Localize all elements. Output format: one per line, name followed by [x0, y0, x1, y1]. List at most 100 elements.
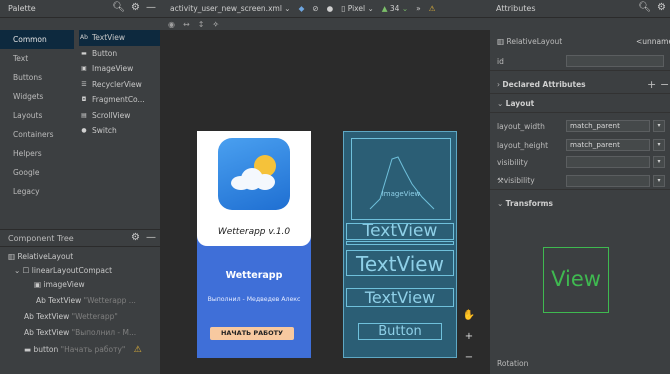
palette-widget-button[interactable]: ▬ Button — [79, 46, 160, 62]
blueprint-textview-3[interactable]: TextView — [346, 288, 454, 307]
tree-item-linearlayout[interactable]: ⌄ ☐ linearLayoutCompact — [14, 264, 112, 278]
api-selector[interactable]: ▲ 34 ⌄ — [382, 4, 408, 13]
palette-category-text[interactable]: Text — [0, 49, 74, 68]
blueprint-preview[interactable]: ImageView TextView TextView TextView But… — [343, 131, 457, 358]
fragment-icon: ◘ — [81, 96, 87, 104]
rotation-row: Rotation — [497, 359, 529, 368]
warning-icon[interactable]: ⚠ — [429, 4, 436, 13]
preview-app-name[interactable]: Wetterapp — [197, 270, 311, 281]
zoom-out-icon[interactable]: − — [465, 352, 473, 363]
layout-icon: ▥ — [497, 37, 507, 46]
vertical-arrows-icon[interactable]: ↕ — [198, 20, 205, 29]
minimize-icon[interactable]: — — [146, 2, 156, 13]
scroll-icon: ▤ — [81, 111, 87, 119]
preview-version-title[interactable]: Wetterapp v.1.0 — [197, 227, 311, 237]
magic-wand-icon[interactable]: ✧ — [212, 20, 219, 29]
design-toolbar: activity_user_new_screen.xml ⌄ ◆ ⊘ ● ▯ P… — [160, 0, 490, 30]
transforms-section-row[interactable]: ⌄ Transforms — [490, 194, 670, 213]
palette-widget-imageview[interactable]: ▣ ImageView — [79, 61, 160, 77]
search-icon[interactable]: 🔍︎ — [638, 2, 651, 13]
attributes-panel: Attributes 🔍︎ ⚙ ▥ RelativeLayout <unname… — [490, 0, 670, 374]
attributes-component-row: ▥ RelativeLayout <unname — [490, 32, 670, 51]
tools-visibility-field[interactable] — [566, 175, 650, 187]
palette-category-common[interactable]: Common — [0, 30, 74, 49]
palette-category-legacy[interactable]: Legacy — [0, 182, 74, 201]
preview-header-card: Wetterapp v.1.0 — [197, 131, 311, 246]
weather-app-icon[interactable] — [218, 138, 290, 210]
attributes-component: RelativeLayout — [506, 37, 563, 46]
add-attribute-icon[interactable]: + — [647, 78, 656, 91]
id-field[interactable] — [566, 55, 664, 67]
image-placeholder-icon — [369, 156, 435, 210]
minimize-icon[interactable]: — — [146, 232, 156, 243]
palette-widget-scrollview[interactable]: ▤ ScrollView — [79, 108, 160, 124]
layout-width-field[interactable]: match_parent — [566, 120, 650, 132]
chevron-down-icon[interactable]: ⌄ — [14, 266, 23, 275]
cloud-icon — [231, 168, 275, 190]
palette-categories: Common Text Buttons Widgets Layouts Cont… — [0, 30, 74, 201]
blueprint-divider — [346, 241, 454, 245]
palette-category-layouts[interactable]: Layouts — [0, 106, 74, 125]
eye-icon[interactable]: ◉ — [168, 20, 175, 29]
palette-category-buttons[interactable]: Buttons — [0, 68, 74, 87]
palette-title: Palette — [8, 4, 36, 13]
palette-widget-fragment[interactable]: ◘ FragmentCo... — [79, 92, 160, 108]
device-selector[interactable]: ▯ Pixel ⌄ — [341, 4, 374, 13]
component-tree-header: Component Tree ⚙ — — [0, 229, 160, 247]
design-mode-icon[interactable]: ◆ — [299, 4, 305, 13]
orientation-icon[interactable]: ⊘ — [312, 4, 318, 13]
layout-height-dropdown[interactable]: ▾ — [653, 139, 665, 151]
preview-start-button[interactable]: НАЧАТЬ РАБОТУ — [210, 327, 294, 340]
textview-icon: Ab — [36, 296, 49, 305]
declared-attributes-row[interactable]: › Declared Attributes + − — [490, 75, 670, 94]
tree-item-relativelayout[interactable]: ▥ RelativeLayout — [8, 250, 73, 264]
search-icon[interactable]: 🔍︎ — [112, 2, 125, 13]
more-icon[interactable]: » — [416, 4, 421, 13]
image-icon: ▣ — [81, 65, 87, 73]
blueprint-imageview[interactable] — [351, 138, 451, 220]
warning-icon[interactable]: ⚠ — [134, 345, 142, 355]
remove-attribute-icon[interactable]: − — [660, 78, 669, 91]
switch-icon: ● — [81, 127, 87, 135]
gear-icon[interactable]: ⚙ — [131, 2, 140, 13]
layout-height-field[interactable]: match_parent — [566, 139, 650, 151]
textview-icon: Ab — [24, 312, 37, 321]
palette-category-widgets[interactable]: Widgets — [0, 87, 74, 106]
palette-widget-textview[interactable]: Ab TextView — [79, 30, 160, 46]
visibility-field[interactable] — [566, 156, 650, 168]
attributes-component-name: <unname — [636, 37, 670, 46]
gear-icon[interactable]: ⚙ — [131, 232, 140, 243]
blueprint-textview-2[interactable]: TextView — [346, 250, 454, 276]
blueprint-textview-1[interactable]: TextView — [346, 223, 454, 240]
gear-icon[interactable]: ⚙ — [657, 2, 666, 13]
layout-width-dropdown[interactable]: ▾ — [653, 120, 665, 132]
file-selector[interactable]: activity_user_new_screen.xml ⌄ — [170, 4, 291, 13]
blueprint-image-label: ImageView — [381, 190, 421, 198]
arrows-icon[interactable]: ↔ — [183, 20, 190, 29]
layout-section-row[interactable]: ⌄ Layout — [490, 94, 670, 113]
palette-widget-switch[interactable]: ● Switch — [79, 123, 160, 139]
transform-view-preview: View — [543, 247, 609, 313]
pan-hand-icon[interactable]: ✋ — [463, 310, 475, 321]
tree-item-textview-2[interactable]: Ab TextView "Wetterapp" — [24, 310, 118, 324]
attributes-title: Attributes — [496, 4, 536, 13]
tree-item-textview-3[interactable]: Ab TextView "Выполнил - М... — [24, 326, 136, 340]
palette-category-helpers[interactable]: Helpers — [0, 144, 74, 163]
blueprint-button[interactable]: Button — [358, 323, 442, 340]
night-mode-icon[interactable]: ● — [327, 4, 334, 13]
palette-category-google[interactable]: Google — [0, 163, 74, 182]
design-preview[interactable]: Wetterapp v.1.0 Wetterapp Выполнил - Мед… — [197, 131, 311, 358]
linear-layout-icon: ☐ — [22, 266, 32, 275]
tree-item-textview-1[interactable]: Ab TextView "Wetterapp ... — [36, 294, 136, 308]
zoom-in-icon[interactable]: + — [465, 331, 473, 342]
component-tree-title: Component Tree — [8, 233, 74, 243]
palette-widget-recyclerview[interactable]: ☰ RecyclerView — [79, 77, 160, 93]
canvas-side-tools: ✋ + − — [460, 310, 478, 363]
tree-item-imageview[interactable]: ▣ imageView — [34, 278, 85, 292]
tools-visibility-dropdown[interactable]: ▾ — [653, 175, 665, 187]
preview-author[interactable]: Выполнил - Медведев Алекс — [197, 296, 311, 303]
visibility-dropdown[interactable]: ▾ — [653, 156, 665, 168]
palette-category-containers[interactable]: Containers — [0, 125, 74, 144]
tree-item-button[interactable]: ▬ button "Начать работу" ⚠ — [24, 343, 142, 357]
wrench-icon: ⚒ — [497, 175, 504, 185]
